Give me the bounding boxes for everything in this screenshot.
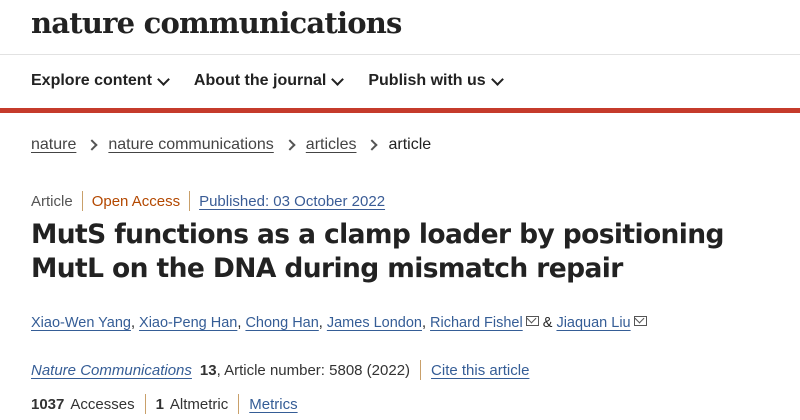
- breadcrumb-nature-communications[interactable]: nature communications: [108, 136, 273, 154]
- breadcrumb: nature nature communications articles ar…: [31, 136, 431, 154]
- author-link[interactable]: Xiao-Wen Yang: [31, 315, 131, 331]
- email-icon[interactable]: [633, 316, 647, 326]
- metrics-line: 1037 Accesses 1 Altmetric Metrics: [31, 394, 298, 414]
- author-link[interactable]: James London: [327, 315, 422, 331]
- chevron-down-icon: [490, 72, 504, 86]
- citation-line: Nature Communications 13 , Article numbe…: [31, 360, 529, 380]
- nav-label: Explore content: [31, 72, 152, 89]
- article-number: , Article number: 5808 (2022): [216, 361, 411, 379]
- meta-divider: [81, 191, 83, 211]
- article-type: Article: [31, 192, 73, 210]
- article-title: MutS functions as a clamp loader by posi…: [31, 219, 725, 284]
- nav-about-journal[interactable]: About the journal: [193, 72, 345, 90]
- chevron-down-icon: [331, 72, 345, 86]
- accesses-count: 1037: [31, 395, 65, 413]
- email-icon[interactable]: [525, 316, 539, 326]
- nav-label: Publish with us: [368, 72, 486, 89]
- chevron-right-icon: [366, 139, 379, 151]
- article-meta: Article Open Access Published: 03 Octobe…: [31, 191, 385, 211]
- chevron-right-icon: [284, 139, 296, 151]
- header-divider: [0, 54, 800, 55]
- chevron-right-icon: [86, 139, 99, 151]
- site-logo[interactable]: nature communications: [31, 6, 402, 40]
- journal-name-link[interactable]: Nature Communications: [31, 362, 192, 379]
- cite-article-link[interactable]: Cite this article: [431, 362, 529, 379]
- citation-divider: [420, 360, 422, 380]
- breadcrumb-nature[interactable]: nature: [31, 136, 76, 154]
- nav-explore-content[interactable]: Explore content: [31, 72, 170, 90]
- author-and: &: [538, 315, 557, 331]
- open-access-badge: Open Access: [91, 192, 181, 210]
- meta-divider: [189, 191, 191, 211]
- author-separator: ,: [421, 315, 431, 331]
- accent-bar: [0, 108, 800, 113]
- author-link[interactable]: Xiao-Peng Han: [139, 315, 237, 331]
- author-link[interactable]: Richard Fishel: [430, 315, 523, 331]
- altmetric-label: Altmetric: [169, 395, 229, 413]
- metrics-link[interactable]: Metrics: [249, 396, 297, 413]
- author-separator: ,: [130, 315, 140, 331]
- volume-number: 13: [199, 361, 217, 379]
- breadcrumb-current: article: [388, 136, 432, 153]
- nav-label: About the journal: [193, 72, 327, 89]
- metrics-divider: [144, 394, 146, 414]
- metrics-divider: [238, 394, 240, 414]
- accesses-label: Accesses: [70, 395, 135, 413]
- author-list: Xiao-Wen Yang, Xiao-Peng Han, Chong Han,…: [31, 315, 647, 331]
- main-nav: Explore content About the journal Publis…: [31, 72, 504, 90]
- breadcrumb-articles[interactable]: articles: [306, 136, 357, 154]
- author-separator: ,: [318, 315, 327, 331]
- chevron-down-icon: [157, 72, 170, 86]
- altmetric-count: 1: [155, 395, 164, 413]
- nav-publish-with-us[interactable]: Publish with us: [368, 72, 504, 90]
- author-link[interactable]: Chong Han: [245, 315, 318, 331]
- published-date-link[interactable]: Published: 03 October 2022: [199, 193, 385, 210]
- author-link[interactable]: Jiaquan Liu: [556, 315, 630, 331]
